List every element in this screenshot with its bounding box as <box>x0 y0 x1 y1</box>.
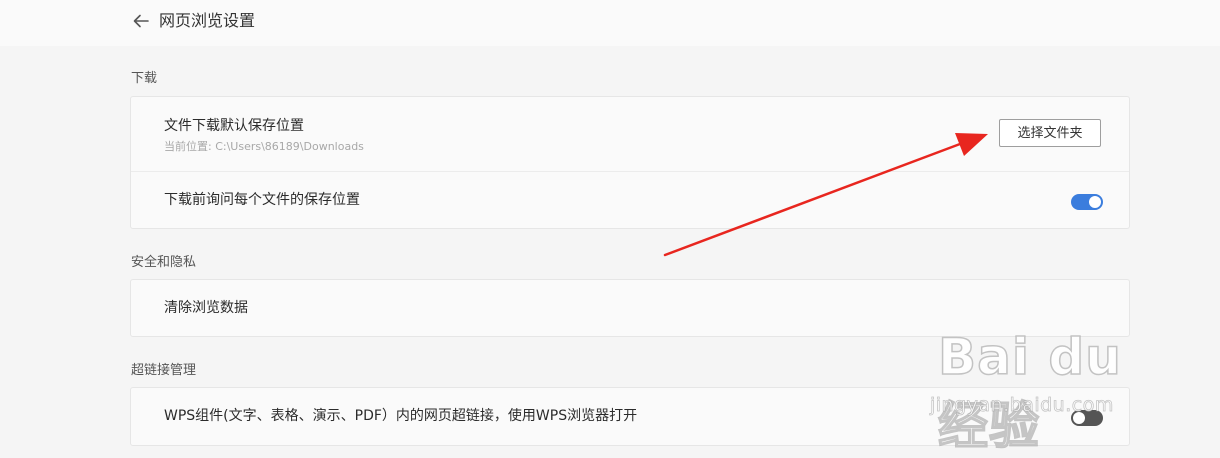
section-label-download: 下载 <box>131 71 158 86</box>
current-save-path: 当前位置: C:\Users\86189\Downloads <box>164 140 364 153</box>
back-button[interactable] <box>131 11 151 31</box>
download-settings-card: 文件下载默认保存位置 当前位置: C:\Users\86189\Download… <box>130 96 1130 229</box>
save-location-title: 文件下载默认保存位置 <box>164 118 304 134</box>
privacy-settings-card[interactable]: 清除浏览数据 <box>130 279 1130 337</box>
section-label-privacy: 安全和隐私 <box>131 255 197 270</box>
choose-folder-button[interactable]: 选择文件夹 <box>999 119 1101 147</box>
clear-browsing-data-item[interactable]: 清除浏览数据 <box>164 299 248 317</box>
ask-before-download-toggle[interactable] <box>1071 194 1103 210</box>
hyperlink-settings-card: WPS组件(文字、表格、演示、PDF）内的网页超链接，使用WPS浏览器打开 <box>130 387 1130 446</box>
page-title: 网页浏览设置 <box>159 11 256 30</box>
header-bar: 网页浏览设置 <box>0 0 1220 46</box>
section-label-hyperlink: 超链接管理 <box>131 363 197 378</box>
row-divider <box>131 171 1129 172</box>
toggle-knob <box>1073 412 1085 424</box>
ask-before-download-title: 下载前询问每个文件的保存位置 <box>164 192 360 208</box>
wps-links-toggle[interactable] <box>1071 410 1103 426</box>
wps-links-title: WPS组件(文字、表格、演示、PDF）内的网页超链接，使用WPS浏览器打开 <box>164 408 638 424</box>
toggle-knob <box>1089 196 1101 208</box>
arrow-left-icon <box>133 14 149 28</box>
